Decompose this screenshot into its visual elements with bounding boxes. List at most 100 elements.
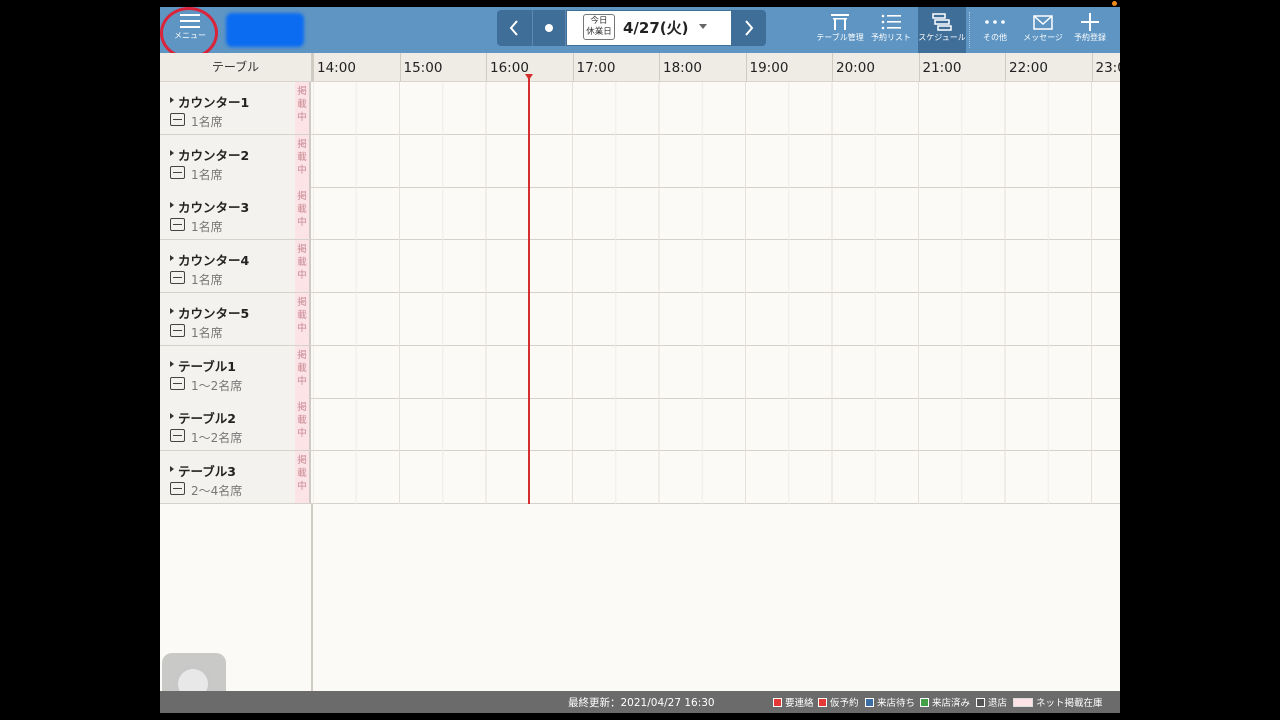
hour-label: 14:00 [313,53,400,81]
table-row: カウンター1 1名席 掲載中 [160,82,1120,135]
seat-capacity: 1名席 [191,220,223,235]
legend-item: 来店済み [920,695,970,709]
table-row: カウンター5 1名席 掲載中 [160,292,1120,346]
table-row: カウンター4 1名席 掲載中 [160,240,1120,294]
current-time-marker-icon [525,74,533,80]
table-name: カウンター3 [178,200,250,216]
hour-label: 15:00 [399,53,487,81]
seat-capacity: 1名席 [191,325,223,340]
seat-capacity: 1名席 [191,273,223,288]
timeline-lane[interactable] [313,135,1120,187]
listing-status-char: 載 [297,99,307,110]
status-bar: 最終更新：2021/04/27 16:30 要連絡 仮予約 来店待ち 来店済み 退店 ネッ… [160,691,1120,713]
table-row-label[interactable]: カウンター4 1名席 [160,240,295,293]
listing-status-char: 載 [297,467,307,479]
legend-swatch [976,698,985,707]
expand-triangle-icon [170,202,174,209]
more-label: その他 [983,33,1007,42]
legend-item: ネット掲載在庫 [1013,695,1103,709]
legend-item: 退店 [976,695,1007,709]
table-row: カウンター2 1名席 掲載中 [160,134,1120,188]
expand-triangle-icon [170,413,174,420]
current-time-line [528,75,530,504]
toolbar-divider [969,12,970,48]
table-name: テーブル2 [178,411,236,427]
hour-label: 19:00 [745,53,833,81]
table-management-button[interactable]: テーブル管理 [814,7,866,53]
timeline-lane[interactable] [313,240,1120,292]
table-row-label[interactable]: カウンター5 1名席 [160,292,295,345]
timeline-lane[interactable] [313,82,1120,134]
last-updated: 最終更新：2021/04/27 16:30 [568,697,715,709]
listing-status: 掲載中 [295,398,311,451]
table-row-label[interactable]: テーブル1 1〜2名席 [160,345,295,398]
chevron-left-icon [509,20,518,36]
date-picker[interactable]: 今日 休業日 4/27(火) [567,11,731,45]
seat-capacity: 1名席 [191,115,223,129]
column-divider [311,504,313,713]
listing-status: 掲載中 [295,134,311,187]
timeline-lane[interactable] [313,451,1120,503]
hour-label: 21:00 [918,53,1006,81]
timeline-header: 14:00 15:00 16:00 17:00 18:00 19:00 20:00 21:00… [313,53,1120,82]
hour-label: 22:00 [1005,53,1092,81]
table-row-label[interactable]: テーブル3 2〜4名席 [160,450,295,503]
table-name: テーブル1 [178,358,236,374]
expand-triangle-icon [170,360,174,367]
next-day-button[interactable] [732,10,766,46]
legend-swatch [1013,698,1033,707]
legend-label: 退店 [988,698,1008,709]
seat-icon [170,376,185,390]
top-toolbar: メニュー 今日 休業日 4/27(火) テーブル管理 予約リスト スケジュール … [160,7,1120,59]
new-reservation-button[interactable]: 予約登録 [1068,7,1112,53]
business-day-badge: 今日 休業日 [583,14,615,40]
table-row-label[interactable]: テーブル2 1〜2名席 [160,398,295,451]
listing-status-char: 載 [297,309,307,321]
seat-capacity: 1名席 [191,167,223,182]
expand-triangle-icon [170,149,174,156]
timeline-lane[interactable] [313,346,1120,398]
listing-status-char: 掲 [297,86,307,97]
legend-swatch [818,698,827,707]
table-row-label[interactable]: カウンター3 1名席 [160,187,295,240]
table-name: カウンター5 [178,305,250,321]
listing-status-char: 掲 [297,244,307,256]
message-label: メッセージ [1023,33,1063,42]
expand-triangle-icon [170,255,174,262]
timeline-lane[interactable] [313,398,1120,450]
message-button[interactable]: メッセージ [1018,7,1068,53]
schedule-button[interactable]: スケジュール [918,7,966,53]
listing-status-char: 載 [297,151,307,163]
reservation-list-label: 予約リスト [871,33,911,42]
listing-status-char: 中 [297,428,307,440]
schedule-icon [932,13,952,31]
listing-status-char: 掲 [297,454,307,466]
listing-status: 掲載中 [295,292,311,345]
legend-label: ネット掲載在庫 [1036,698,1103,709]
timeline-lane[interactable] [313,187,1120,239]
table-row: カウンター3 1名席 掲載中 [160,187,1120,241]
today-button[interactable] [532,10,566,46]
chevron-right-icon [745,20,754,36]
timeline-lane[interactable] [313,293,1120,345]
listing-status-char: 掲 [297,296,307,308]
status-indicator-dot [1112,1,1117,6]
listing-status-char: 中 [297,164,307,176]
legend-swatch [773,698,782,707]
prev-day-button[interactable] [497,10,531,46]
seat-icon [170,429,185,443]
legend-label: 仮予約 [830,698,859,709]
reservation-list-button[interactable]: 予約リスト [868,7,914,53]
legend-label: 来店済み [932,698,971,709]
listing-status-char: 載 [297,415,307,427]
menu-button[interactable]: メニュー [160,7,220,53]
table-name: カウンター2 [178,147,250,163]
new-reservation-label: 予約登録 [1074,33,1106,42]
more-button[interactable]: その他 [972,7,1018,53]
legend-swatch [865,698,874,707]
list-icon [881,14,901,30]
legend-item: 来店待ち [865,695,915,709]
table-row-label[interactable]: カウンター1 1名席 [160,82,295,134]
table-row-label[interactable]: カウンター2 1名席 [160,134,295,187]
badge-closed: 休業日 [586,27,612,37]
